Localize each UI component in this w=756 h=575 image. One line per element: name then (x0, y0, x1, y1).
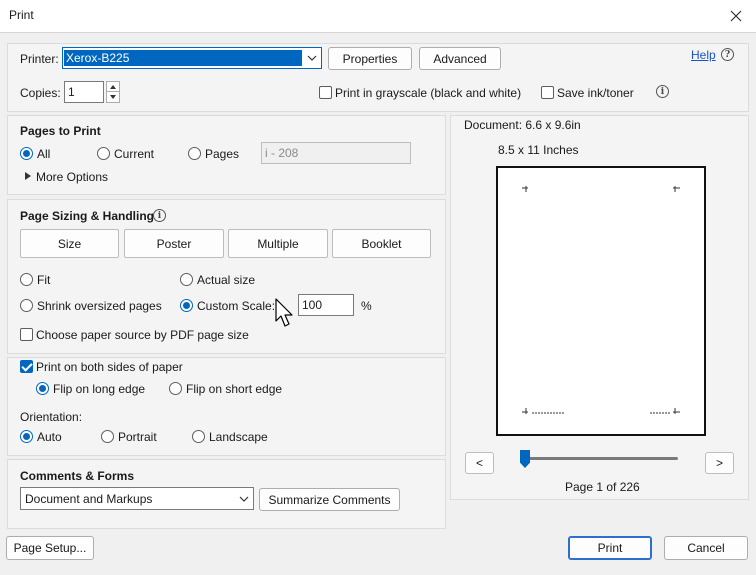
title-bar: Print (0, 0, 756, 32)
info-icon[interactable]: i (656, 85, 669, 98)
copies-label: Copies: (20, 86, 61, 100)
help-question-icon[interactable]: ? (721, 48, 734, 61)
copies-input[interactable]: 1 (64, 81, 104, 103)
both-sides-checkbox[interactable] (20, 360, 33, 373)
page-preview (496, 166, 706, 436)
mouse-pointer-icon (275, 298, 293, 327)
actual-size-label[interactable]: Actual size (197, 273, 255, 287)
actual-size-radio[interactable] (180, 273, 193, 286)
long-edge-radio[interactable] (36, 382, 49, 395)
stepper-up-icon[interactable] (106, 81, 120, 92)
orientation-landscape-label[interactable]: Landscape (209, 430, 268, 444)
page-sizing-info-icon[interactable]: i (153, 209, 166, 222)
more-options-label[interactable]: More Options (36, 170, 108, 184)
fit-label[interactable]: Fit (37, 273, 50, 287)
long-edge-label[interactable]: Flip on long edge (53, 382, 145, 396)
chevron-down-icon (239, 496, 249, 502)
printer-label: Printer: (20, 52, 59, 66)
printer-selected-value: Xerox-B225 (64, 50, 302, 66)
grayscale-checkbox[interactable] (319, 86, 332, 99)
chevron-down-icon (307, 55, 317, 61)
cancel-button[interactable]: Cancel (664, 536, 748, 560)
pages-range-label[interactable]: Pages (205, 147, 239, 161)
next-page-label: > (715, 456, 723, 470)
previous-page-label: < (475, 456, 483, 470)
custom-scale-label[interactable]: Custom Scale: (197, 299, 275, 313)
page-sizing-title: Page Sizing & Handling (20, 209, 155, 223)
pages-current-label[interactable]: Current (114, 147, 154, 161)
dialog-body: Printer: Xerox-B225 Properties Advanced … (0, 32, 756, 575)
fit-radio[interactable] (20, 273, 33, 286)
previous-page-button[interactable]: < (465, 452, 494, 474)
pages-all-label[interactable]: All (37, 147, 50, 161)
orientation-portrait-radio[interactable] (101, 430, 114, 443)
both-sides-label[interactable]: Print on both sides of paper (36, 360, 183, 374)
paper-source-checkbox[interactable] (20, 328, 33, 341)
tab-poster[interactable]: Poster (124, 229, 224, 258)
stepper-down-icon[interactable] (106, 92, 120, 103)
pages-current-radio[interactable] (97, 147, 110, 160)
copies-value: 1 (68, 85, 75, 99)
orientation-auto-radio[interactable] (20, 430, 33, 443)
custom-scale-radio[interactable] (180, 299, 193, 312)
crop-marks-icon (522, 186, 680, 414)
page-setup-button[interactable]: Page Setup... (6, 536, 94, 560)
short-edge-label[interactable]: Flip on short edge (186, 382, 282, 396)
tab-booklet[interactable]: Booklet (332, 229, 431, 258)
help-link[interactable]: Help (691, 48, 716, 62)
pages-all-radio[interactable] (20, 147, 33, 160)
copies-stepper[interactable] (106, 81, 120, 103)
comments-forms-title: Comments & Forms (20, 469, 135, 483)
next-page-button[interactable]: > (705, 452, 734, 474)
short-edge-radio[interactable] (169, 382, 182, 395)
comments-forms-select[interactable]: Document and Markups (20, 487, 254, 510)
triangle-right-icon[interactable] (25, 172, 31, 180)
pages-to-print-title: Pages to Print (20, 124, 101, 138)
percent-label: % (361, 299, 372, 313)
custom-scale-value: 100 (302, 298, 323, 312)
properties-button[interactable]: Properties (328, 47, 412, 70)
save-ink-label[interactable]: Save ink/toner (557, 86, 634, 100)
tab-multiple[interactable]: Multiple (228, 229, 328, 258)
orientation-auto-label[interactable]: Auto (37, 430, 62, 444)
window-title: Print (9, 8, 34, 22)
printer-select[interactable]: Xerox-B225 (62, 47, 322, 69)
summarize-comments-button[interactable]: Summarize Comments (259, 488, 400, 511)
page-slider-track[interactable] (522, 457, 678, 460)
page-status: Page 1 of 226 (565, 480, 640, 494)
paper-size-label: 8.5 x 11 Inches (498, 143, 579, 157)
orientation-portrait-label[interactable]: Portrait (118, 430, 157, 444)
close-button[interactable] (716, 0, 756, 32)
pages-range-value: i - 208 (265, 146, 299, 160)
grayscale-label[interactable]: Print in grayscale (black and white) (335, 86, 521, 100)
advanced-button[interactable]: Advanced (419, 47, 501, 70)
save-ink-checkbox[interactable] (541, 86, 554, 99)
custom-scale-input[interactable]: 100 (298, 294, 354, 316)
print-button[interactable]: Print (568, 536, 652, 560)
pages-range-radio[interactable] (188, 147, 201, 160)
orientation-landscape-radio[interactable] (192, 430, 205, 443)
close-icon (730, 10, 742, 22)
shrink-oversized-label[interactable]: Shrink oversized pages (37, 299, 162, 313)
document-size-label: Document: 6.6 x 9.6in (464, 118, 581, 132)
pages-range-input[interactable]: i - 208 (261, 142, 411, 164)
shrink-oversized-radio[interactable] (20, 299, 33, 312)
comments-forms-value: Document and Markups (25, 491, 153, 506)
tab-size[interactable]: Size (20, 229, 119, 258)
orientation-label: Orientation: (20, 410, 83, 424)
paper-source-label[interactable]: Choose paper source by PDF page size (36, 328, 249, 342)
